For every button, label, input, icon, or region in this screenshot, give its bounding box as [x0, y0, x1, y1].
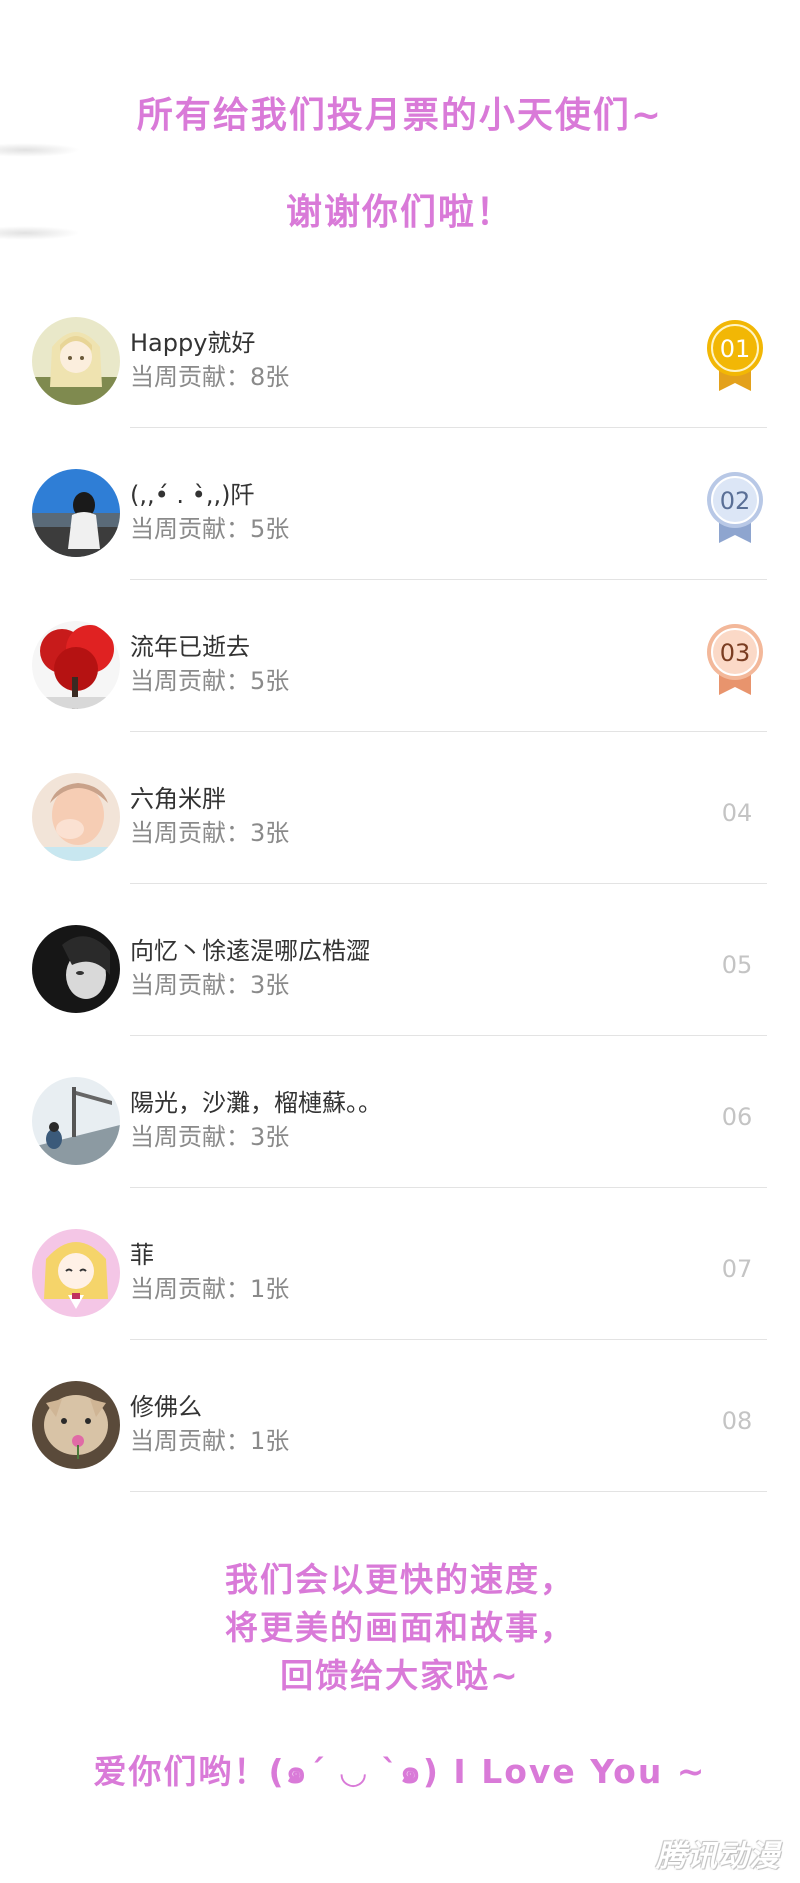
divider	[130, 1035, 767, 1036]
divider	[130, 883, 767, 884]
avatar[interactable]	[32, 1077, 120, 1165]
rank-number: 01	[720, 335, 751, 363]
avatar[interactable]	[32, 1229, 120, 1317]
divider	[130, 731, 767, 732]
bronze-medal-icon: 03	[705, 623, 765, 697]
user-name: 修佛么	[130, 1393, 202, 1421]
cat-with-flower-avatar-icon	[32, 1381, 120, 1469]
avatar[interactable]	[32, 317, 120, 405]
dark-portrait-avatar-icon	[32, 925, 120, 1013]
avatar[interactable]	[32, 1381, 120, 1469]
ranking-list: Happy就好 当周贡献：8张 01 (,,•́ . •̀,,)阡 当周贡献：5…	[0, 301, 800, 1517]
divider	[130, 1491, 767, 1492]
thanks-subtitle: 谢谢你们啦！	[285, 192, 514, 233]
decorative-smudge	[0, 143, 80, 157]
child-face-avatar-icon	[32, 773, 120, 861]
list-item[interactable]: 六角米胖 当周贡献：3张 04	[0, 757, 800, 909]
divider	[130, 1187, 767, 1188]
footer-message-line: 将更美的画面和故事，	[225, 1608, 575, 1647]
red-tree-avatar-icon	[32, 621, 120, 709]
weekly-contribution: 当周贡献：1张	[130, 1427, 290, 1455]
weekly-contribution: 当周贡献：3张	[130, 971, 290, 999]
avatar[interactable]	[32, 773, 120, 861]
rank-number: 03	[720, 639, 751, 667]
divider	[130, 427, 767, 428]
user-name: (,,•́ . •̀,,)阡	[130, 481, 255, 509]
rank-number: 02	[720, 487, 751, 515]
divider	[130, 1339, 767, 1340]
cartoon-blonde-avatar-icon	[32, 1229, 120, 1317]
rank-number: 07	[721, 1255, 753, 1283]
weekly-contribution: 当周贡献：3张	[130, 819, 290, 847]
rank-number: 08	[721, 1407, 753, 1435]
silver-medal-icon: 02	[705, 471, 765, 545]
user-name: 流年已逝去	[130, 633, 250, 661]
footer-message-line: 回馈给大家哒~	[280, 1656, 520, 1695]
list-item[interactable]: 修佛么 当周贡献：1张 08	[0, 1365, 800, 1517]
weekly-contribution: 当周贡献：5张	[130, 667, 290, 695]
list-item[interactable]: 菲 当周贡献：1张 07	[0, 1213, 800, 1365]
list-item[interactable]: (,,•́ . •̀,,)阡 当周贡献：5张 02	[0, 453, 800, 605]
weekly-contribution: 当周贡献：1张	[130, 1275, 290, 1303]
railway-avatar-icon	[32, 1077, 120, 1165]
user-name: 六角米胖	[130, 785, 226, 813]
weekly-contribution: 当周贡献：8张	[130, 363, 290, 391]
tencent-comics-watermark: 腾讯动漫	[656, 1839, 780, 1874]
avatar[interactable]	[32, 925, 120, 1013]
rank-number: 05	[721, 951, 753, 979]
user-name: 菲	[130, 1241, 154, 1269]
user-name: Happy就好	[130, 329, 256, 357]
thanks-title: 所有给我们投月票的小天使们~	[136, 95, 664, 136]
rank-number: 06	[721, 1103, 753, 1131]
gold-medal-icon: 01	[705, 319, 765, 393]
user-name: 向忆丶悇逺湜哪広梏澀	[130, 937, 370, 965]
anime-girl-avatar-icon	[32, 317, 120, 405]
girl-by-sea-avatar-icon	[32, 469, 120, 557]
rank-number: 04	[721, 799, 753, 827]
user-name: 陽光，沙灘，榴槤蘇。。	[130, 1089, 382, 1117]
avatar[interactable]	[32, 469, 120, 557]
weekly-contribution: 当周贡献：3张	[130, 1123, 290, 1151]
love-you-message: 爱你们哟！(๑´ ◡ `๑) I Love You ~	[93, 1752, 707, 1791]
list-item[interactable]: 向忆丶悇逺湜哪広梏澀 当周贡献：3张 05	[0, 909, 800, 1061]
weekly-contribution: 当周贡献：5张	[130, 515, 290, 543]
list-item[interactable]: 流年已逝去 当周贡献：5张 03	[0, 605, 800, 757]
avatar[interactable]	[32, 621, 120, 709]
divider	[130, 579, 767, 580]
list-item[interactable]: 陽光，沙灘，榴槤蘇。。 当周贡献：3张 06	[0, 1061, 800, 1213]
list-item[interactable]: Happy就好 当周贡献：8张 01	[0, 301, 800, 453]
footer-message-line: 我们会以更快的速度，	[225, 1560, 575, 1599]
